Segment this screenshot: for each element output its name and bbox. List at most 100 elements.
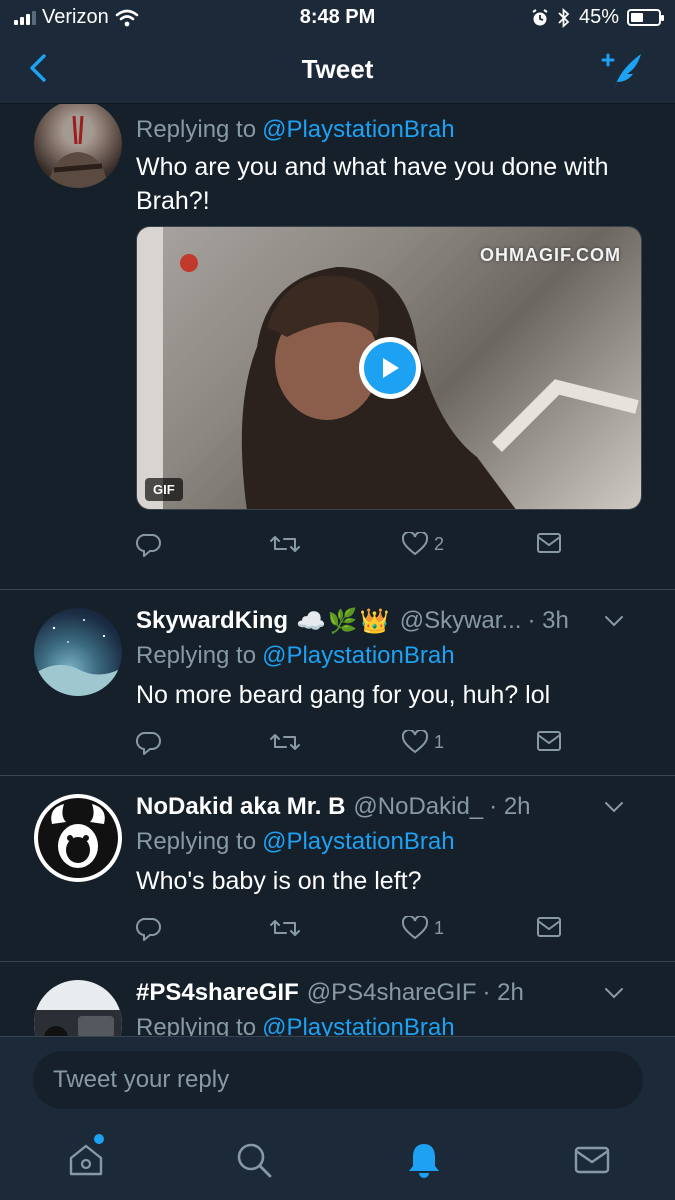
- tweet-actions: 2: [136, 532, 586, 562]
- replying-to: Replying to @PlaystationBrah: [136, 112, 655, 148]
- tweet-header: NoDakid aka Mr. B @NoDakid_ · 2h: [136, 790, 655, 824]
- like-count: 1: [434, 731, 445, 752]
- reply-button[interactable]: [136, 730, 162, 756]
- username[interactable]: @PS4shareGIF: [307, 979, 477, 1007]
- page-title: Tweet: [301, 54, 374, 84]
- retweet-icon: [270, 734, 300, 750]
- play-button[interactable]: [359, 337, 421, 399]
- retweet-button[interactable]: [270, 532, 300, 556]
- tweet[interactable]: #PS4shareGIF @PS4shareGIF · 2h Replying …: [0, 962, 675, 1036]
- tweet[interactable]: SkywardKing ☁️🌿👑 @Skywar... · 3h Replyin…: [0, 590, 675, 776]
- status-right: 45%: [531, 6, 664, 29]
- tab-messages[interactable]: [572, 1140, 612, 1180]
- retweet-icon: [270, 536, 300, 552]
- display-name[interactable]: #PS4shareGIF: [136, 979, 299, 1007]
- name-emoji: ☁️🌿👑: [296, 607, 392, 635]
- battery-icon: [627, 9, 664, 26]
- search-icon: [237, 1143, 272, 1178]
- compose-tweet-icon[interactable]: [601, 50, 645, 90]
- replying-to: Replying to @PlaystationBrah: [136, 1010, 655, 1036]
- alarm-icon: [532, 8, 548, 25]
- chevron-down-icon[interactable]: [603, 614, 625, 628]
- notifications-icon: [409, 1144, 439, 1178]
- tweet-text: No more beard gang for you, huh? lol: [136, 681, 551, 709]
- bison-avatar-image: [38, 798, 118, 878]
- replying-handle-link[interactable]: @PlaystationBrah: [262, 642, 454, 669]
- tweet-text: Who are you and what have you done with …: [136, 153, 609, 215]
- share-button[interactable]: [536, 916, 562, 938]
- like-button[interactable]: 2: [402, 532, 444, 556]
- chevron-down-icon[interactable]: [603, 986, 625, 1000]
- tweet-text: Who's baby is on the left?: [136, 867, 422, 895]
- gif-badge: GIF: [145, 478, 183, 501]
- tweet-actions: 1: [136, 730, 586, 760]
- bluetooth-icon: [558, 7, 570, 28]
- heart-icon: [402, 916, 428, 940]
- timestamp: · 2h: [489, 793, 531, 820]
- replying-to: Replying to @PlaystationBrah: [136, 824, 655, 860]
- battery-percent: 45%: [578, 6, 619, 28]
- play-icon: [383, 358, 399, 378]
- like-count: 2: [434, 533, 445, 554]
- retweet-button[interactable]: [270, 730, 300, 754]
- tweet-header: SkywardKing ☁️🌿👑 @Skywar... · 3h: [136, 604, 655, 638]
- replying-label: Replying to: [136, 642, 257, 669]
- reply-button[interactable]: [136, 916, 162, 942]
- avatar[interactable]: [34, 794, 122, 882]
- ps4-avatar-image: [34, 1010, 122, 1036]
- reply-icon: [136, 731, 161, 755]
- sky-avatar-image: [34, 619, 122, 696]
- replying-handle-link[interactable]: @PlaystationBrah: [262, 1014, 454, 1036]
- retweet-button[interactable]: [270, 916, 300, 940]
- tab-bar: [0, 1120, 675, 1200]
- heart-icon: [402, 730, 428, 754]
- battery-fill: [631, 13, 643, 22]
- gif-watermark: OHMAGIF.COM: [480, 245, 621, 265]
- username[interactable]: @Skywar...: [400, 607, 522, 635]
- tweet[interactable]: Replying to @PlaystationBrah Who are you …: [0, 104, 675, 590]
- retweet-icon: [270, 920, 300, 936]
- replying-label: Replying to: [136, 828, 257, 855]
- tweet-actions: 1: [136, 916, 586, 946]
- replying-label: Replying to: [136, 1014, 257, 1036]
- conversation-feed: Replying to @PlaystationBrah Who are you …: [0, 104, 675, 1036]
- envelope-icon: [537, 917, 561, 937]
- display-name[interactable]: NoDakid aka Mr. B: [136, 793, 345, 821]
- status-bar: Verizon 8:48 PM 45%: [0, 0, 675, 36]
- reply-bar: [0, 1036, 675, 1120]
- tweet-media-gif[interactable]: OHMAGIF.COM GIF: [136, 226, 642, 510]
- avatar[interactable]: [34, 980, 122, 1036]
- replying-handle-link[interactable]: @PlaystationBrah: [262, 116, 454, 143]
- reply-icon: [136, 917, 161, 941]
- share-button[interactable]: [536, 532, 562, 554]
- avatar[interactable]: [34, 608, 122, 696]
- tab-home[interactable]: [66, 1134, 106, 1180]
- replying-label: Replying to: [136, 116, 257, 143]
- share-button[interactable]: [536, 730, 562, 752]
- avatar[interactable]: [34, 104, 122, 188]
- reply-input[interactable]: [33, 1051, 643, 1109]
- display-name[interactable]: SkywardKing: [136, 607, 288, 635]
- replying-handle-link[interactable]: @PlaystationBrah: [262, 828, 454, 855]
- notification-dot: [94, 1134, 104, 1144]
- replying-to: Replying to @PlaystationBrah: [136, 638, 655, 674]
- like-button[interactable]: 1: [402, 916, 444, 940]
- envelope-icon: [537, 731, 561, 751]
- like-button[interactable]: 1: [402, 730, 444, 754]
- reply-icon: [136, 533, 161, 557]
- home-icon: [69, 1144, 103, 1176]
- heart-icon: [402, 532, 428, 556]
- reply-button[interactable]: [136, 532, 162, 558]
- timestamp: · 3h: [527, 607, 569, 634]
- warrior-avatar-image: [48, 114, 108, 188]
- tab-notifications[interactable]: [404, 1140, 444, 1180]
- tweet-header: #PS4shareGIF @PS4shareGIF · 2h: [136, 976, 655, 1010]
- tab-search[interactable]: [234, 1140, 274, 1180]
- envelope-icon: [537, 533, 561, 553]
- navigation-bar: Tweet: [0, 36, 675, 104]
- like-count: 1: [434, 917, 445, 938]
- chevron-down-icon[interactable]: [603, 800, 625, 814]
- username[interactable]: @NoDakid_: [353, 793, 483, 821]
- messages-icon: [574, 1146, 610, 1174]
- tweet[interactable]: NoDakid aka Mr. B @NoDakid_ · 2h Replyin…: [0, 776, 675, 962]
